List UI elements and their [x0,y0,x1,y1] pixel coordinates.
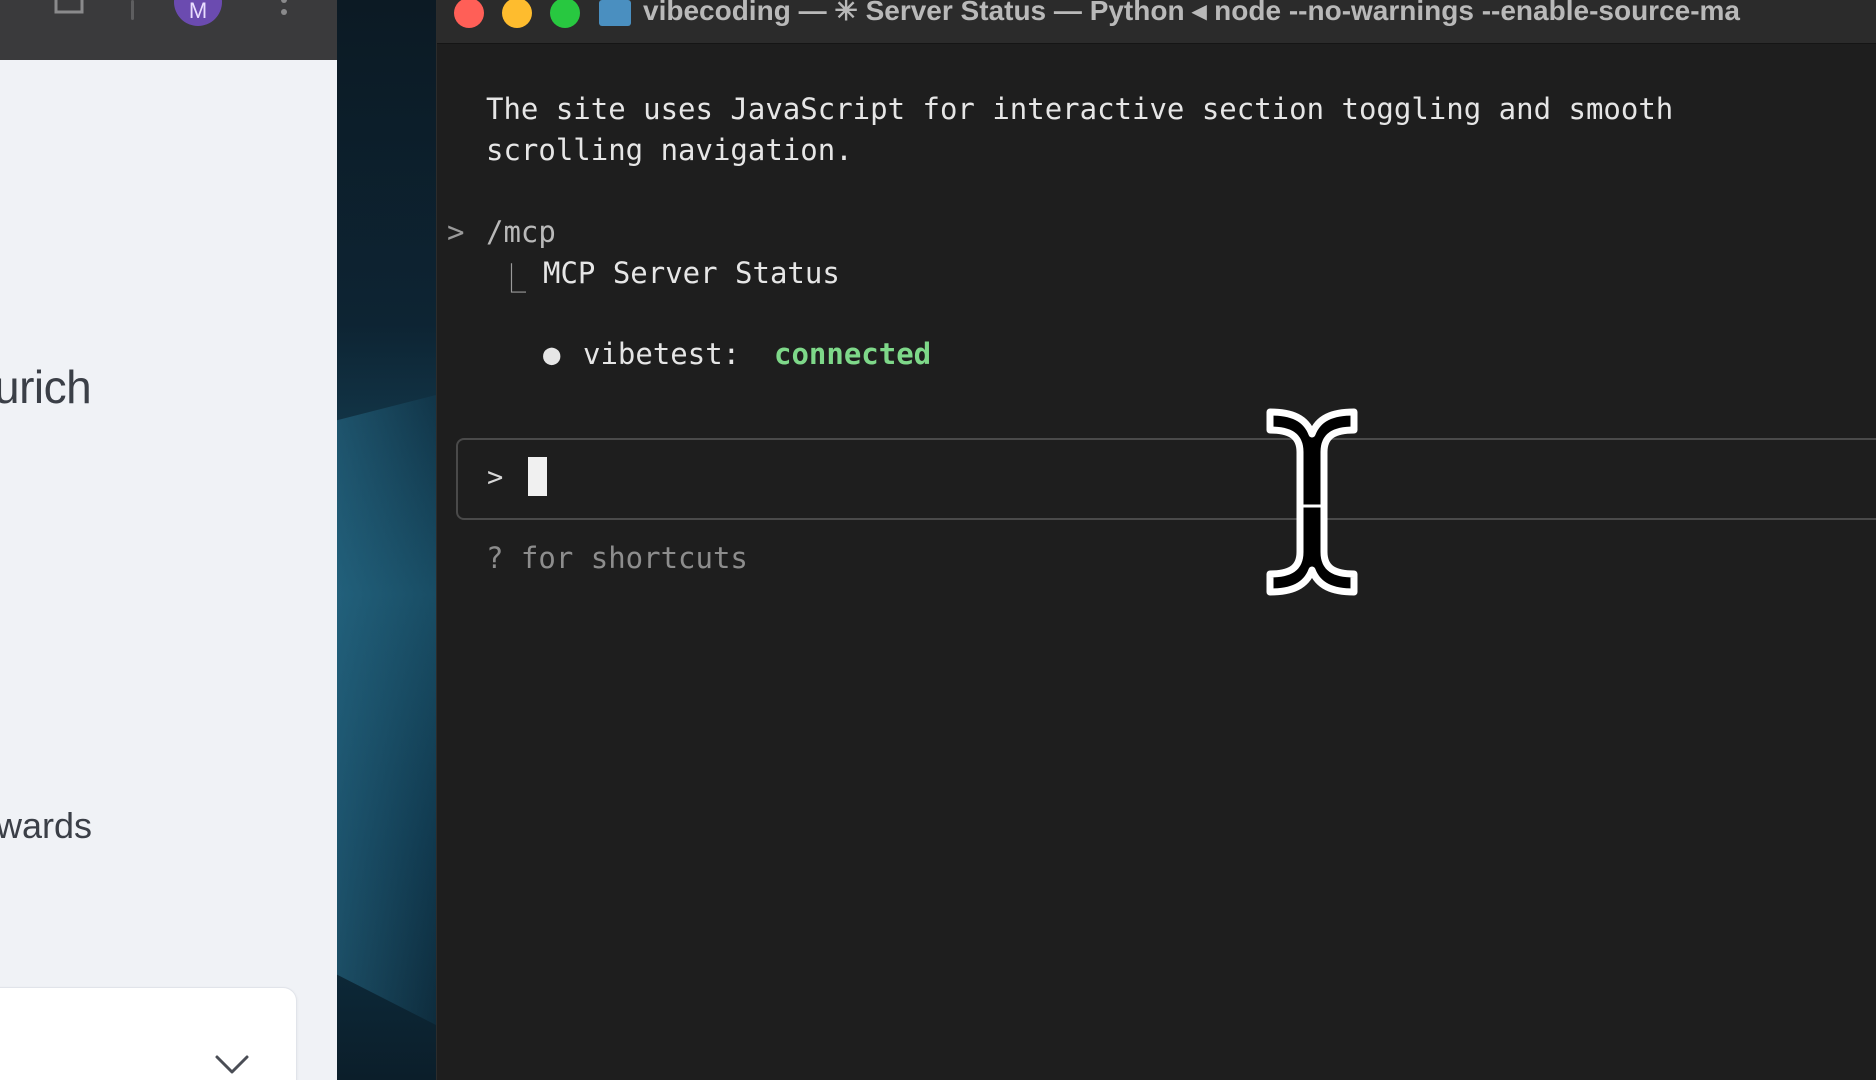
output-text-line: The site uses JavaScript for interactive… [486,92,1674,126]
desktop-background [337,0,436,1080]
prompt-marker: > [447,215,465,249]
i-beam-cursor-icon [1266,408,1358,596]
text-cursor [528,457,547,496]
server-status-badge: connected [774,337,932,371]
close-window-button[interactable] [454,0,484,28]
terminal-window[interactable]: vibecoding — ✳ Server Status — Python ◂ … [436,0,1876,1080]
input-prompt-marker: > [487,462,504,493]
entered-command: /mcp [486,215,556,249]
shortcuts-hint: ? for shortcuts [486,541,748,575]
prompt-input-box[interactable]: > [456,438,1876,520]
window-title: vibecoding — ✳ Server Status — Python ◂ … [643,0,1741,26]
more-options-icon[interactable] [278,0,290,20]
page-heading: urich [0,361,92,413]
mcp-status-title: MCP Server Status [543,256,840,290]
browser-window: M urich wards [0,0,337,1080]
page-text: wards [0,805,93,846]
chevron-down-icon[interactable] [214,1054,250,1076]
terminal-titlebar[interactable]: vibecoding — ✳ Server Status — Python ◂ … [437,0,1876,44]
toolbar-divider [131,0,134,20]
server-name: vibetest: [583,337,741,371]
browser-toolbar: M [0,0,337,60]
minimize-window-button[interactable] [502,0,532,28]
output-text-line: scrolling navigation. [486,133,853,167]
zoom-window-button[interactable] [550,0,580,28]
web-page-content: urich wards [0,60,337,1080]
avatar[interactable]: M [174,0,222,26]
tree-branch-glyph: ⎿ [497,262,527,296]
folder-icon [599,0,631,26]
bullet-icon: ● [543,337,561,371]
extension-icon[interactable] [52,0,88,16]
dropdown-card[interactable] [0,987,297,1080]
